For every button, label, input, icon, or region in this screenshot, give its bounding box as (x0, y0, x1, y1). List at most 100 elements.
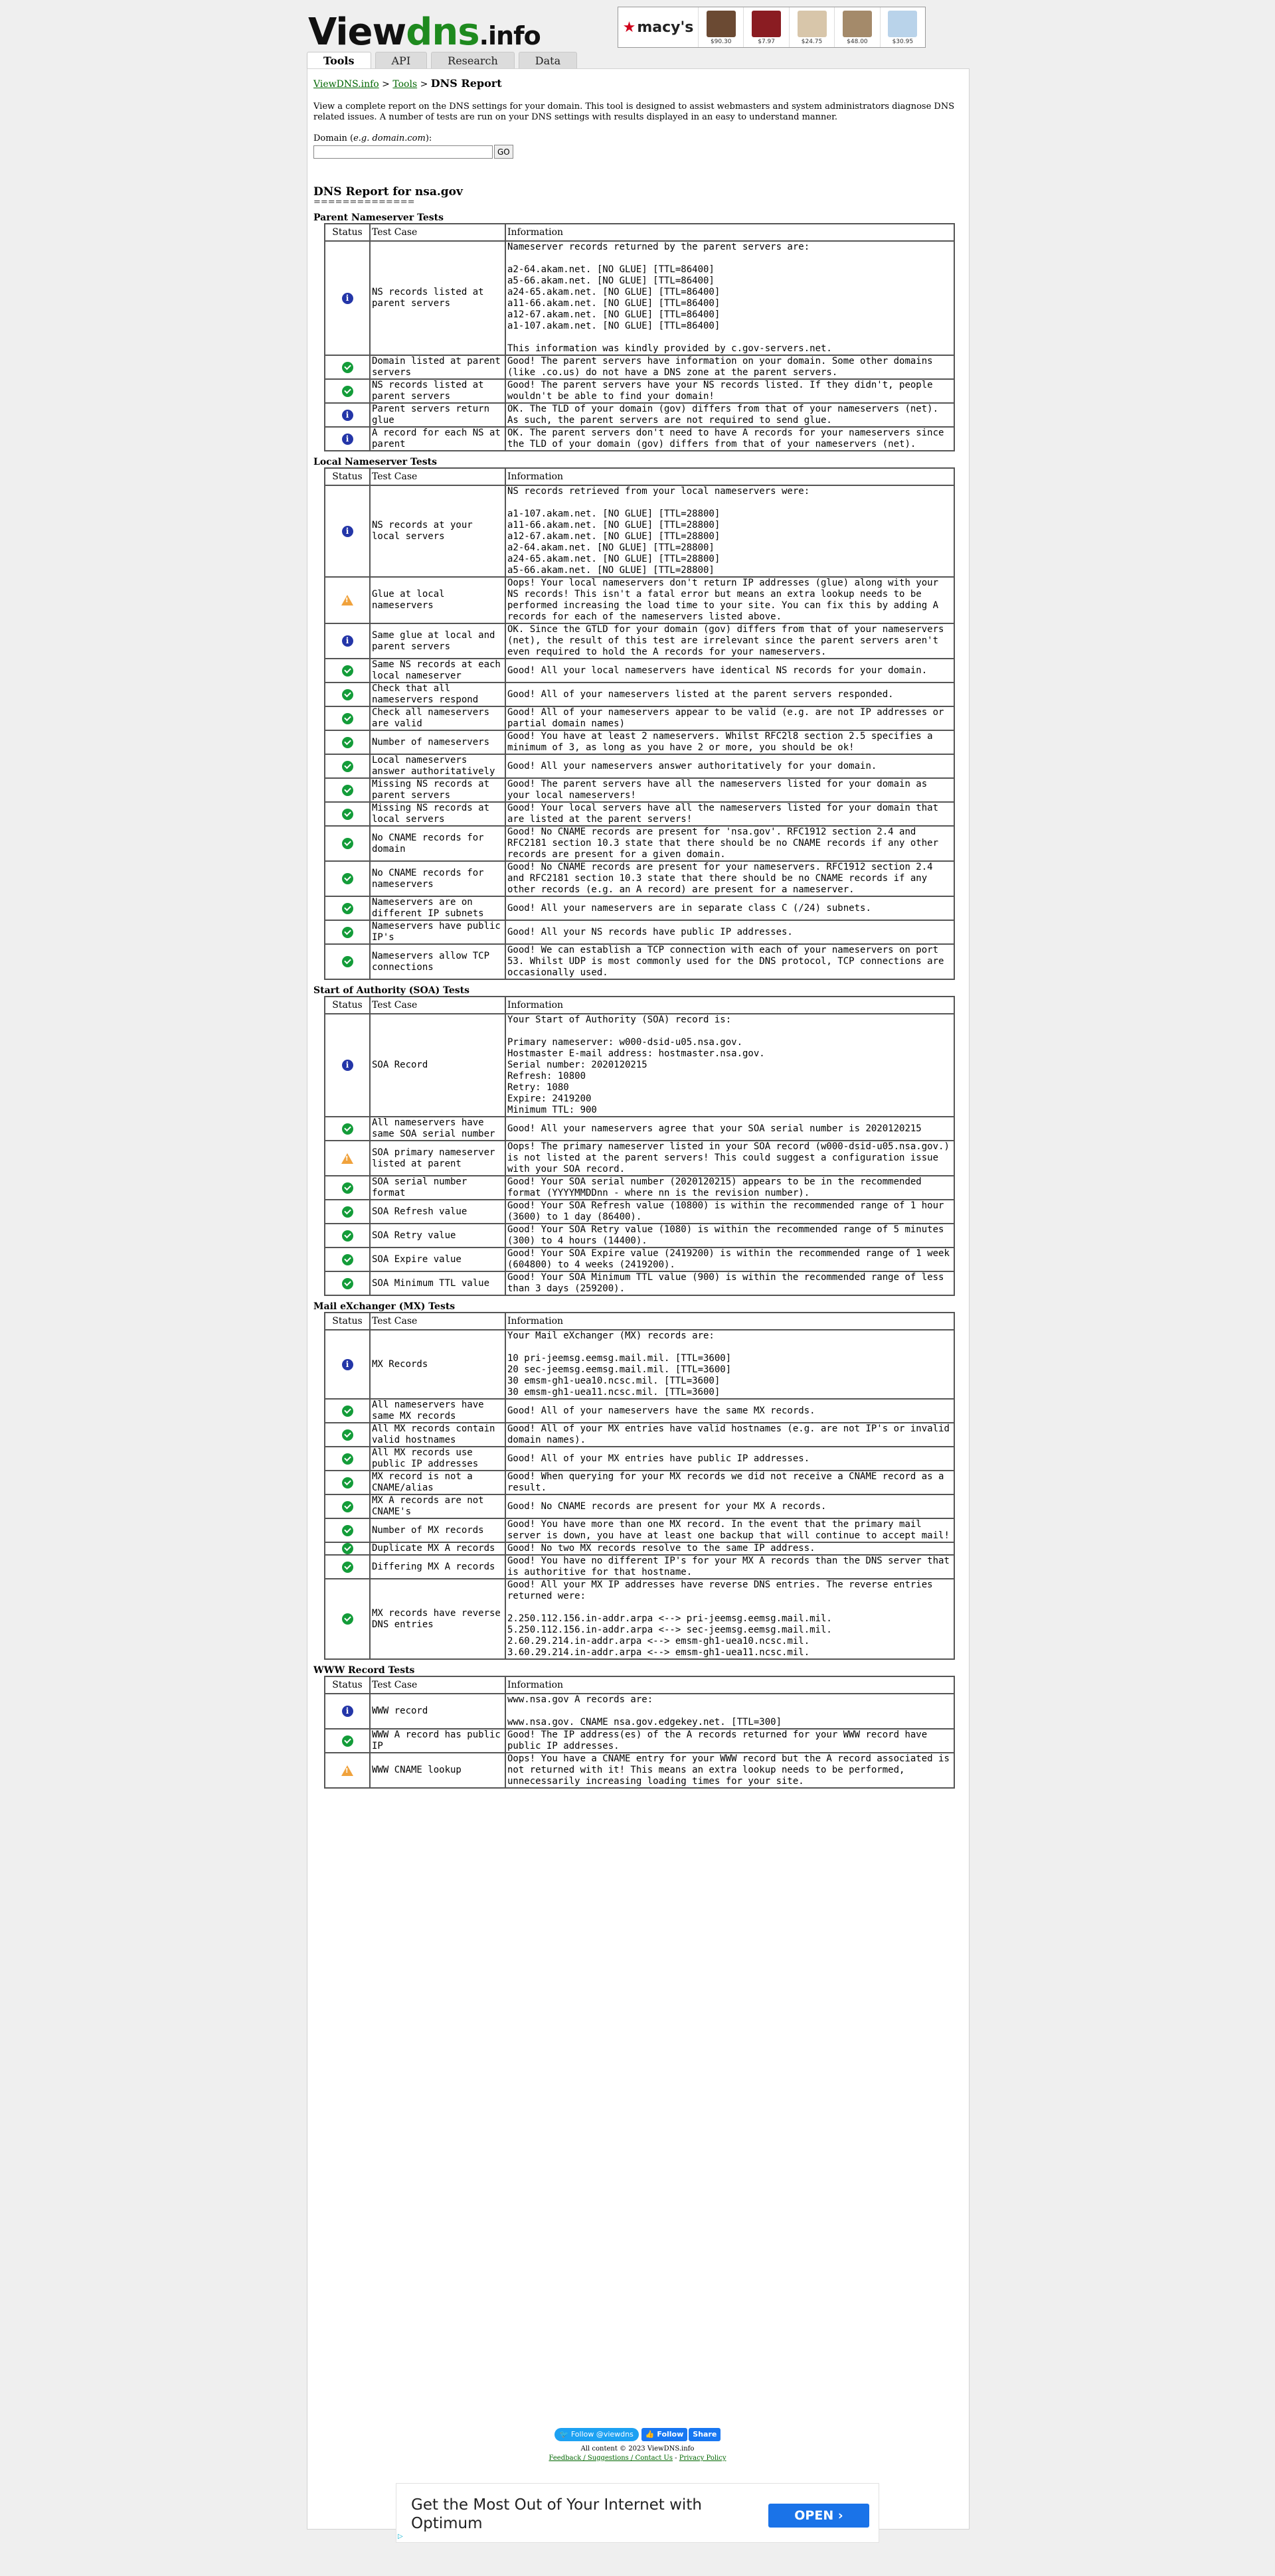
top-banner-ad[interactable]: ★ macy's $90.30 $7.97 $24.75 $48.00 $30.95 (618, 7, 926, 48)
header: Viewdns.info ★ macy's $90.30 $7.97 $24.75 $4… (307, 0, 970, 54)
column-header-status: Status (325, 1676, 370, 1694)
test-case-cell: Missing NS records at parent servers (370, 778, 505, 802)
column-header-info: Information (505, 997, 954, 1014)
table-header-row: Status Test Case Information (325, 1676, 954, 1694)
information-cell: Oops! The primary nameserver listed in y… (505, 1141, 954, 1176)
column-header-test: Test Case (370, 224, 505, 241)
table-row: MX records have reverse DNS entries Good!… (325, 1579, 954, 1659)
test-case-cell: Nameservers allow TCP connections (370, 944, 505, 979)
info-icon (341, 409, 353, 421)
social-buttons: 🐦 Follow @viewdns 👍 Follow Share (307, 2428, 968, 2441)
information-cell: Good! Your SOA Expire value (2419200) is… (505, 1248, 954, 1271)
test-case-cell: Number of MX records (370, 1518, 505, 1542)
check-circle-icon (341, 1543, 353, 1554)
table-header-row: Status Test Case Information (325, 997, 954, 1014)
ad-product[interactable]: $24.75 (788, 7, 834, 47)
facebook-follow-button[interactable]: 👍 Follow (641, 2428, 688, 2441)
tab-research[interactable]: Research (431, 52, 515, 70)
section-title: Start of Authority (SOA) Tests (313, 985, 470, 996)
information-cell: Good! Your SOA serial number (2020120215… (505, 1176, 954, 1200)
test-case-cell: Missing NS records at local servers (370, 802, 505, 826)
breadcrumb-home-link[interactable]: ViewDNS.info (313, 79, 379, 90)
twitter-follow-button[interactable]: 🐦 Follow @viewdns (554, 2428, 639, 2441)
status-cell (325, 778, 370, 802)
check-circle-icon (341, 873, 353, 884)
results-table: StatusTest CaseInformationNS records lis… (324, 223, 955, 451)
status-cell (325, 1248, 370, 1271)
information-cell: Good! No two MX records resolve to the s… (505, 1542, 954, 1555)
status-cell (325, 683, 370, 706)
main-panel: ViewDNS.info > Tools > DNS Report View a… (307, 68, 970, 2530)
information-cell: NS records retrieved from your local nam… (505, 485, 954, 577)
ad-product-price: $7.97 (758, 39, 775, 45)
tab-data[interactable]: Data (518, 52, 578, 70)
site-logo[interactable]: Viewdns.info (308, 11, 541, 54)
footer-links: Feedback / Suggestions / Contact Us - Pr… (549, 2455, 726, 2462)
test-case-cell: MX records have reverse DNS entries (370, 1579, 505, 1659)
status-cell (325, 944, 370, 979)
status-cell (325, 1729, 370, 1753)
check-circle-icon (341, 902, 353, 914)
bottom-banner-ad[interactable]: Get the Most Out of Your Internet with O… (396, 2483, 879, 2543)
tab-tools[interactable]: Tools (307, 52, 371, 70)
status-cell (325, 1423, 370, 1447)
tool-description: View a complete report on the DNS settin… (313, 102, 955, 122)
test-case-cell: Nameservers are on different IP subnets (370, 896, 505, 920)
test-case-cell: MX record is not a CNAME/alias (370, 1471, 505, 1494)
tab-api[interactable]: API (375, 52, 428, 70)
status-cell (325, 379, 370, 403)
info-icon (341, 635, 353, 647)
status-cell (325, 754, 370, 778)
information-cell: Good! All your MX IP addresses have reve… (505, 1579, 954, 1659)
information-cell: Good! Your local servers have all the na… (505, 802, 954, 826)
ad-product[interactable]: $48.00 (834, 7, 879, 47)
test-case-cell: A record for each NS at parent (370, 427, 505, 451)
test-case-cell: SOA Expire value (370, 1248, 505, 1271)
check-circle-icon (341, 1405, 353, 1417)
status-cell (325, 802, 370, 826)
page-title: DNS Report (430, 77, 502, 90)
table-row: SOA RecordYour Start of Authority (SOA) … (325, 1014, 954, 1117)
section-title: Local Nameserver Tests (313, 457, 437, 467)
breadcrumb-tools-link[interactable]: Tools (392, 79, 417, 90)
check-circle-icon (341, 688, 353, 700)
status-cell (325, 1447, 370, 1471)
privacy-policy-link[interactable]: Privacy Policy (679, 2455, 726, 2462)
breadcrumb: ViewDNS.info > Tools > DNS Report (313, 77, 502, 90)
facebook-share-button[interactable]: Share (689, 2428, 721, 2441)
domain-form: GO (313, 145, 963, 159)
ad-product[interactable]: $90.30 (698, 7, 743, 47)
table-row: Duplicate MX A records Good! No two MX re… (325, 1542, 954, 1555)
ad-product[interactable]: $7.97 (743, 7, 788, 47)
column-header-test: Test Case (370, 997, 505, 1014)
information-cell: Good! All your nameservers are in separa… (505, 896, 954, 920)
check-circle-icon (341, 385, 353, 397)
ad-open-button[interactable]: OPEN › (768, 2504, 869, 2528)
information-cell: Good! The parent servers have all the na… (505, 778, 954, 802)
report-title: DNS Report for nsa.gov (313, 185, 463, 199)
information-cell: Good! All your nameservers agree that yo… (505, 1117, 954, 1141)
information-cell: Good! The parent servers have informatio… (505, 355, 954, 379)
info-icon (341, 433, 353, 445)
feedback-link[interactable]: Feedback / Suggestions / Contact Us (549, 2455, 673, 2462)
report-sections: Parent Nameserver Tests Status Test Case In… (313, 212, 963, 1789)
table-row: SOA Expire value Good! Your SOA Expire va… (325, 1248, 954, 1271)
results-table: StatusTest CaseInformationWWW recordwww.… (324, 1676, 955, 1789)
go-button[interactable]: GO (494, 145, 513, 159)
table-row: MX A records are not CNAME's Good! No CNA… (325, 1494, 954, 1518)
column-header-status: Status (325, 224, 370, 241)
ad-product[interactable]: $30.95 (879, 7, 925, 47)
status-cell (325, 1141, 370, 1176)
table-row: MX RecordsYour Mail eXchanger (MX) recor… (325, 1330, 954, 1399)
adchoices-icon[interactable]: ▷ (398, 2533, 406, 2541)
information-cell: Good! The IP address(es) of the A record… (505, 1729, 954, 1753)
status-cell (325, 241, 370, 355)
domain-input[interactable] (313, 145, 493, 159)
information-cell: Good! Your SOA Minimum TTL value (900) i… (505, 1271, 954, 1295)
information-cell: Good! The parent servers have your NS re… (505, 379, 954, 403)
column-header-test: Test Case (370, 468, 505, 485)
check-circle-icon (341, 1561, 353, 1573)
test-case-cell: SOA serial number format (370, 1176, 505, 1200)
status-cell (325, 706, 370, 730)
test-case-cell: SOA Refresh value (370, 1200, 505, 1224)
